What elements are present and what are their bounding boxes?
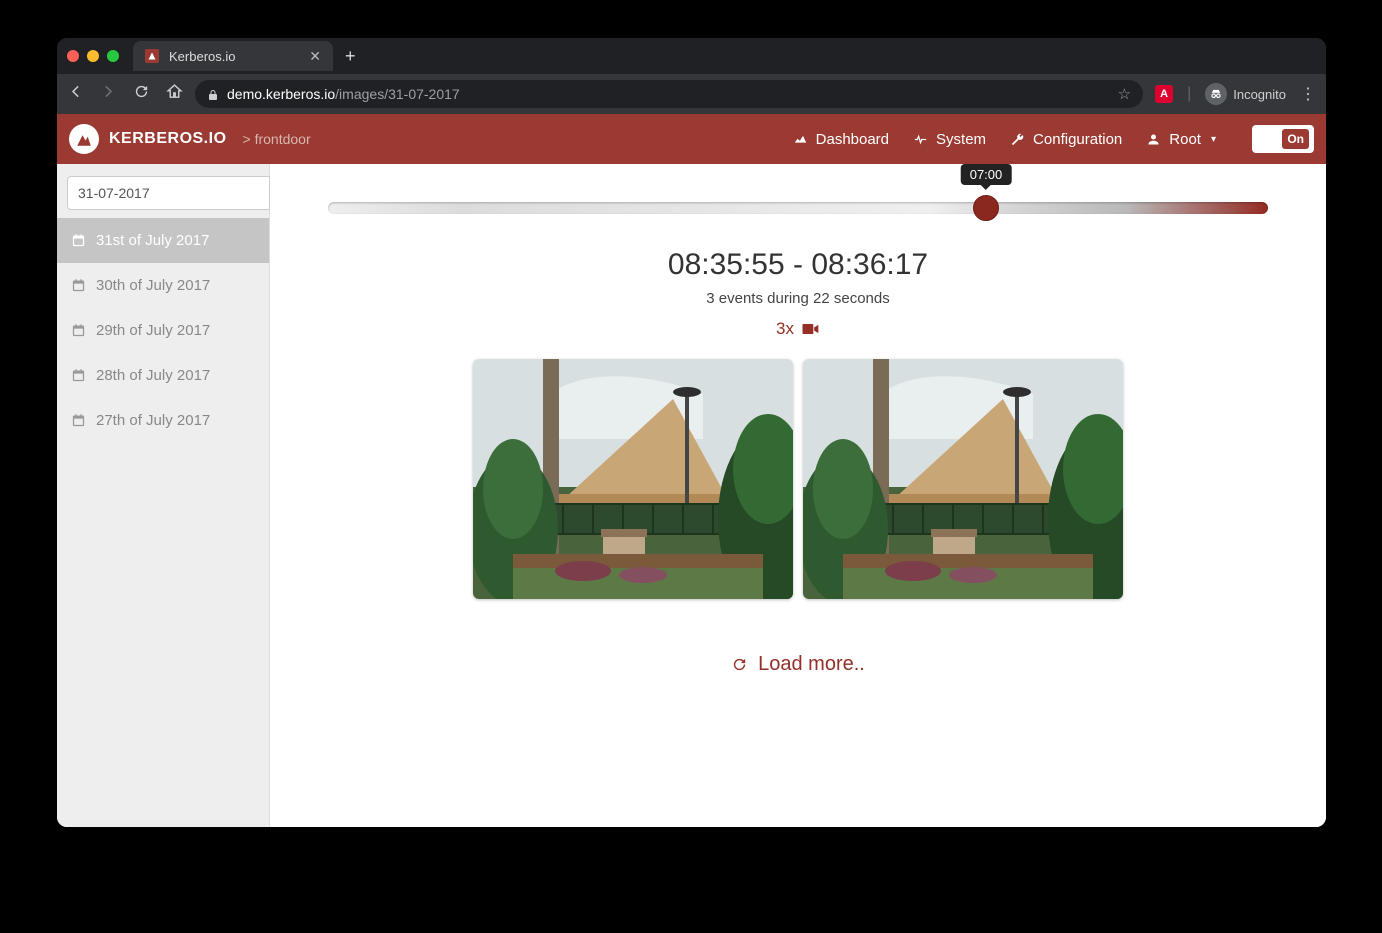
event-thumbnail[interactable] — [803, 359, 1123, 599]
lock-icon — [207, 88, 219, 100]
browser-menu-icon[interactable]: ⋮ — [1300, 84, 1316, 104]
sidebar: 31st of July 2017 30th of July 2017 29th… — [57, 164, 270, 827]
bookmark-star-icon[interactable]: ☆ — [1118, 85, 1131, 103]
address-bar: demo.kerberos.io/images/31-07-2017 ☆ A |… — [57, 74, 1326, 114]
extension-angular-icon[interactable]: A — [1155, 85, 1173, 103]
event-group: 08:35:55 - 08:36:17 3 events during 22 s… — [270, 214, 1326, 627]
camera-still-icon — [473, 359, 793, 599]
favicon-icon — [145, 49, 159, 63]
nav-configuration[interactable]: Configuration — [1010, 131, 1122, 148]
brand-title: KERBEROS.IO — [109, 130, 227, 148]
sidebar-date-item[interactable]: 31st of July 2017 — [57, 218, 269, 263]
group-summary: 3 events during 22 seconds — [328, 290, 1268, 307]
app-header: KERBEROS.IO > frontdoor Dashboard System… — [57, 114, 1326, 164]
thumbnails — [328, 359, 1268, 599]
heartbeat-icon — [913, 132, 928, 147]
date-label: 30th of July 2017 — [96, 277, 210, 294]
new-tab-button[interactable]: + — [345, 46, 356, 67]
user-icon — [1146, 132, 1161, 147]
brand-logo-icon — [69, 124, 99, 154]
date-label: 27th of July 2017 — [96, 412, 210, 429]
date-input[interactable] — [67, 176, 269, 210]
home-button[interactable] — [166, 83, 183, 105]
calendar-icon — [71, 233, 86, 248]
timeline-slider[interactable]: 07:00 — [328, 202, 1268, 214]
calendar-icon — [71, 323, 86, 338]
chart-icon — [793, 132, 808, 147]
sidebar-date-item[interactable]: 30th of July 2017 — [57, 263, 269, 308]
forward-button[interactable] — [100, 83, 117, 105]
group-time-range: 08:35:55 - 08:36:17 — [328, 248, 1268, 282]
calendar-icon — [71, 368, 86, 383]
breadcrumb: > frontdoor — [243, 131, 311, 147]
tab-title: Kerberos.io — [169, 49, 235, 64]
app: KERBEROS.IO > frontdoor Dashboard System… — [57, 114, 1326, 827]
toggle-label: On — [1282, 129, 1309, 149]
browser-window: Kerberos.io ✕ + demo.kerberos.io/images/… — [57, 38, 1326, 827]
sidebar-date-item[interactable]: 27th of July 2017 — [57, 398, 269, 443]
app-nav: Dashboard System Configuration Root▾ On — [793, 125, 1314, 153]
minimize-window-icon[interactable] — [87, 50, 99, 62]
date-label: 28th of July 2017 — [96, 367, 210, 384]
tab-bar: Kerberos.io ✕ + — [57, 38, 1326, 74]
date-list: 31st of July 2017 30th of July 2017 29th… — [57, 218, 269, 443]
event-thumbnail[interactable] — [473, 359, 793, 599]
calendar-icon — [71, 278, 86, 293]
sidebar-date-item[interactable]: 28th of July 2017 — [57, 353, 269, 398]
armed-toggle[interactable]: On — [1252, 125, 1314, 153]
nav-dashboard[interactable]: Dashboard — [793, 131, 889, 148]
wrench-icon — [1010, 132, 1025, 147]
reload-button[interactable] — [133, 83, 150, 105]
url-bar[interactable]: demo.kerberos.io/images/31-07-2017 ☆ — [195, 80, 1143, 108]
date-label: 29th of July 2017 — [96, 322, 210, 339]
back-button[interactable] — [67, 83, 84, 105]
window-controls — [67, 50, 119, 62]
video-count[interactable]: 3x — [328, 319, 1268, 339]
date-picker — [67, 176, 259, 210]
nav-user-menu[interactable]: Root▾ — [1146, 131, 1216, 148]
main-content: 07:00 08:35:55 - 08:36:17 3 events durin… — [270, 164, 1326, 827]
nav-system[interactable]: System — [913, 131, 986, 148]
sidebar-date-item[interactable]: 29th of July 2017 — [57, 308, 269, 353]
maximize-window-icon[interactable] — [107, 50, 119, 62]
refresh-icon — [731, 656, 748, 673]
incognito-icon — [1205, 83, 1227, 105]
incognito-indicator: Incognito — [1205, 83, 1286, 105]
tab-close-icon[interactable]: ✕ — [309, 48, 321, 65]
timeline-handle[interactable] — [973, 195, 999, 221]
load-more-button[interactable]: Load more.. — [270, 627, 1326, 766]
calendar-icon — [71, 413, 86, 428]
camera-still-icon — [803, 359, 1123, 599]
timeline-tooltip: 07:00 — [961, 164, 1012, 185]
video-camera-icon — [800, 319, 820, 339]
chevron-down-icon: ▾ — [1211, 134, 1216, 145]
url-text: demo.kerberos.io/images/31-07-2017 — [227, 86, 460, 102]
close-window-icon[interactable] — [67, 50, 79, 62]
browser-tab[interactable]: Kerberos.io ✕ — [133, 41, 333, 71]
date-label: 31st of July 2017 — [96, 232, 209, 249]
